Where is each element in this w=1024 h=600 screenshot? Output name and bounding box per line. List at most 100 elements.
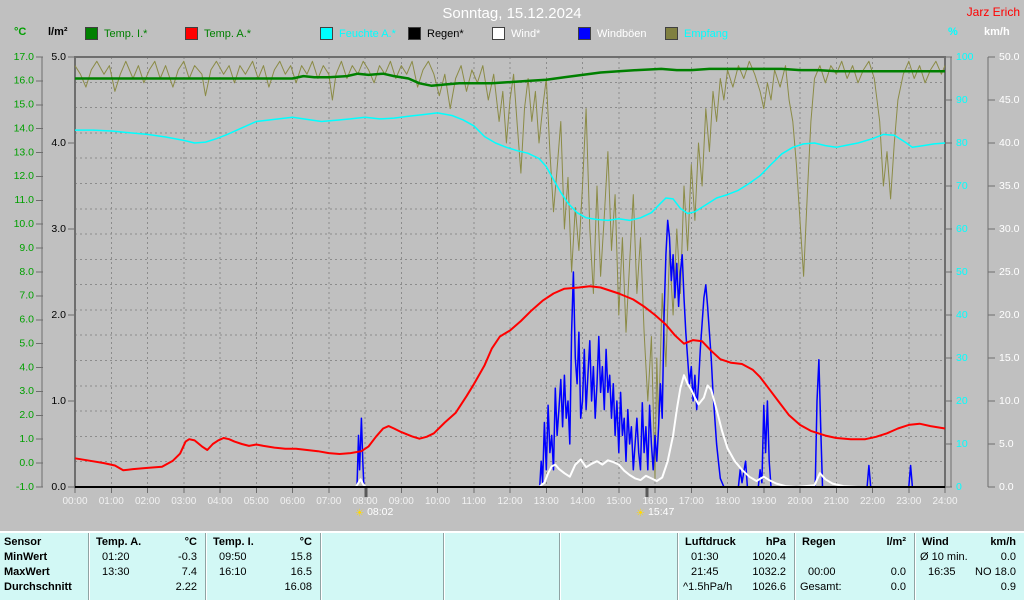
table-divider [559, 533, 561, 600]
tick-label-kmh: 10.0 [999, 395, 1020, 407]
time-label: 24:00 [932, 496, 957, 507]
tick-label-temp: 17.0 [14, 51, 35, 63]
stats-table: Sensor MinWert MaxWert Durchschnitt Temp. A.… [0, 531, 1024, 600]
tick-label-kmh: 50.0 [999, 51, 1020, 63]
tick-label-kmh: 35.0 [999, 180, 1020, 192]
table-cell: 16.08 [284, 581, 312, 593]
tick-label-kmh: 20.0 [999, 309, 1020, 321]
tick-label-temp: 5.0 [19, 337, 34, 349]
table-cell: 13:30 [102, 566, 130, 578]
table-cell: °C [184, 536, 197, 548]
tick-label-kmh: 5.0 [999, 438, 1014, 450]
table-cell: Durchschnitt [4, 581, 72, 593]
tick-label-temp: 10.0 [14, 218, 35, 230]
table-divider [794, 533, 796, 600]
tick-label-temp: 9.0 [19, 242, 34, 254]
table-cell: 2.22 [175, 581, 197, 593]
sunrise-time-label: 08:02 [367, 506, 393, 518]
time-label: 04:00 [207, 496, 232, 507]
table-cell: 16.5 [290, 566, 312, 578]
weather-station-window: Sonntag, 15.12.2024 Jarz Erich °C l/m² %… [0, 0, 1024, 600]
table-divider [320, 533, 322, 600]
tick-label-kmh: 25.0 [999, 266, 1020, 278]
tick-label-temp: 1.0 [19, 433, 34, 445]
table-cell: 16:35 [928, 566, 956, 578]
tick-label-temp: 7.0 [19, 290, 34, 302]
tick-label-temp: 4.0 [19, 361, 34, 373]
time-label: 03:00 [171, 496, 196, 507]
table-cell: Luftdruck [685, 536, 736, 548]
time-label: 18:00 [715, 496, 740, 507]
sunset-icon: ☀ [636, 508, 645, 519]
tick-label-kmh: 0.0 [999, 481, 1014, 493]
tick-label-rain: 5.0 [51, 51, 66, 63]
table-cell: km/h [990, 536, 1016, 548]
table-divider [443, 533, 445, 600]
tick-label-percent: 40 [956, 309, 968, 321]
table-cell: Temp. I. [213, 536, 254, 548]
time-label: 10:00 [425, 496, 450, 507]
table-cell: Wind [922, 536, 949, 548]
y-axis-temp: -1.0 0.0 1.0 2.0 3.0 4.0 5.0 6.0 7.0 8.0 9.0 10.0 11… [14, 51, 43, 493]
table-cell: Gesamt: [800, 581, 842, 593]
y-axis-kmh: 0.0 5.0 10.0 15.0 20.0 25.0 30.0 35.0 40.0 45.0 50… [987, 51, 1020, 493]
table-cell: l/m² [886, 536, 906, 548]
table-cell: Ø 10 min. [920, 551, 968, 563]
table-cell: 1026.6 [752, 581, 786, 593]
tick-label-percent: 30 [956, 352, 968, 364]
tick-label-kmh: 30.0 [999, 223, 1020, 235]
time-label: 13:00 [534, 496, 559, 507]
x-axis: 00:00 01:00 02:00 03:00 04:00 05:00 06:00 07:00… [62, 487, 958, 507]
table-cell: NO 18.0 [975, 566, 1016, 578]
table-cell: 15.8 [290, 551, 312, 563]
tick-label-percent: 50 [956, 266, 968, 278]
tick-label-percent: 80 [956, 137, 968, 149]
tick-label-rain: 4.0 [51, 137, 66, 149]
table-cell: 16:10 [219, 566, 247, 578]
tick-label-temp: 8.0 [19, 266, 34, 278]
tick-label-rain: 2.0 [51, 309, 66, 321]
tick-label-kmh: 40.0 [999, 137, 1020, 149]
gridlines [75, 57, 945, 487]
table-cell: Sensor [4, 536, 42, 548]
table-cell: MaxWert [4, 566, 50, 578]
tick-label-temp: 11.0 [14, 194, 34, 206]
tick-label-temp: 3.0 [19, 385, 34, 397]
time-label: 15:00 [606, 496, 631, 507]
tick-label-temp: 12.0 [14, 170, 35, 182]
sunset-time-label: 15:47 [648, 506, 674, 518]
time-label: 01:00 [99, 496, 124, 507]
table-cell: 21:45 [691, 566, 719, 578]
table-cell: 1032.2 [752, 566, 786, 578]
tick-label-rain: 0.0 [51, 481, 66, 493]
tick-label-temp: 14.0 [14, 122, 35, 134]
time-label: 12:00 [497, 496, 522, 507]
tick-label-percent: 90 [956, 94, 968, 106]
table-divider [205, 533, 207, 600]
table-cell: °C [299, 536, 312, 548]
y-axis-rain: 0.0 1.0 2.0 3.0 4.0 5.0 [51, 51, 76, 493]
tick-label-percent: 100 [956, 51, 974, 63]
tick-label-temp: 6.0 [19, 314, 34, 326]
table-cell: 7.4 [181, 566, 197, 578]
tick-label-temp: 16.0 [14, 75, 35, 87]
table-cell: Regen [802, 536, 836, 548]
chart-plot: -1.0 0.0 1.0 2.0 3.0 4.0 5.0 6.0 7.0 8.0 9.0 10.0 11… [14, 51, 1020, 519]
tick-label-temp: 2.0 [19, 409, 34, 421]
table-cell: 0.9 [1000, 581, 1016, 593]
tick-label-percent: 60 [956, 223, 968, 235]
tick-label-rain: 3.0 [51, 223, 66, 235]
time-label: 19:00 [751, 496, 776, 507]
time-label: 21:00 [824, 496, 849, 507]
table-cell: 01:30 [691, 551, 719, 563]
tick-label-rain: 1.0 [51, 395, 66, 407]
tick-label-temp: 15.0 [14, 99, 35, 111]
table-cell: 0.0 [1000, 551, 1016, 563]
table-cell: -0.3 [178, 551, 197, 563]
time-label: 14:00 [570, 496, 595, 507]
table-cell: 0.0 [890, 566, 906, 578]
time-label: 22:00 [860, 496, 885, 507]
time-label: 00:00 [62, 496, 87, 507]
time-label: 07:00 [316, 496, 341, 507]
tick-label-percent: 20 [956, 395, 968, 407]
